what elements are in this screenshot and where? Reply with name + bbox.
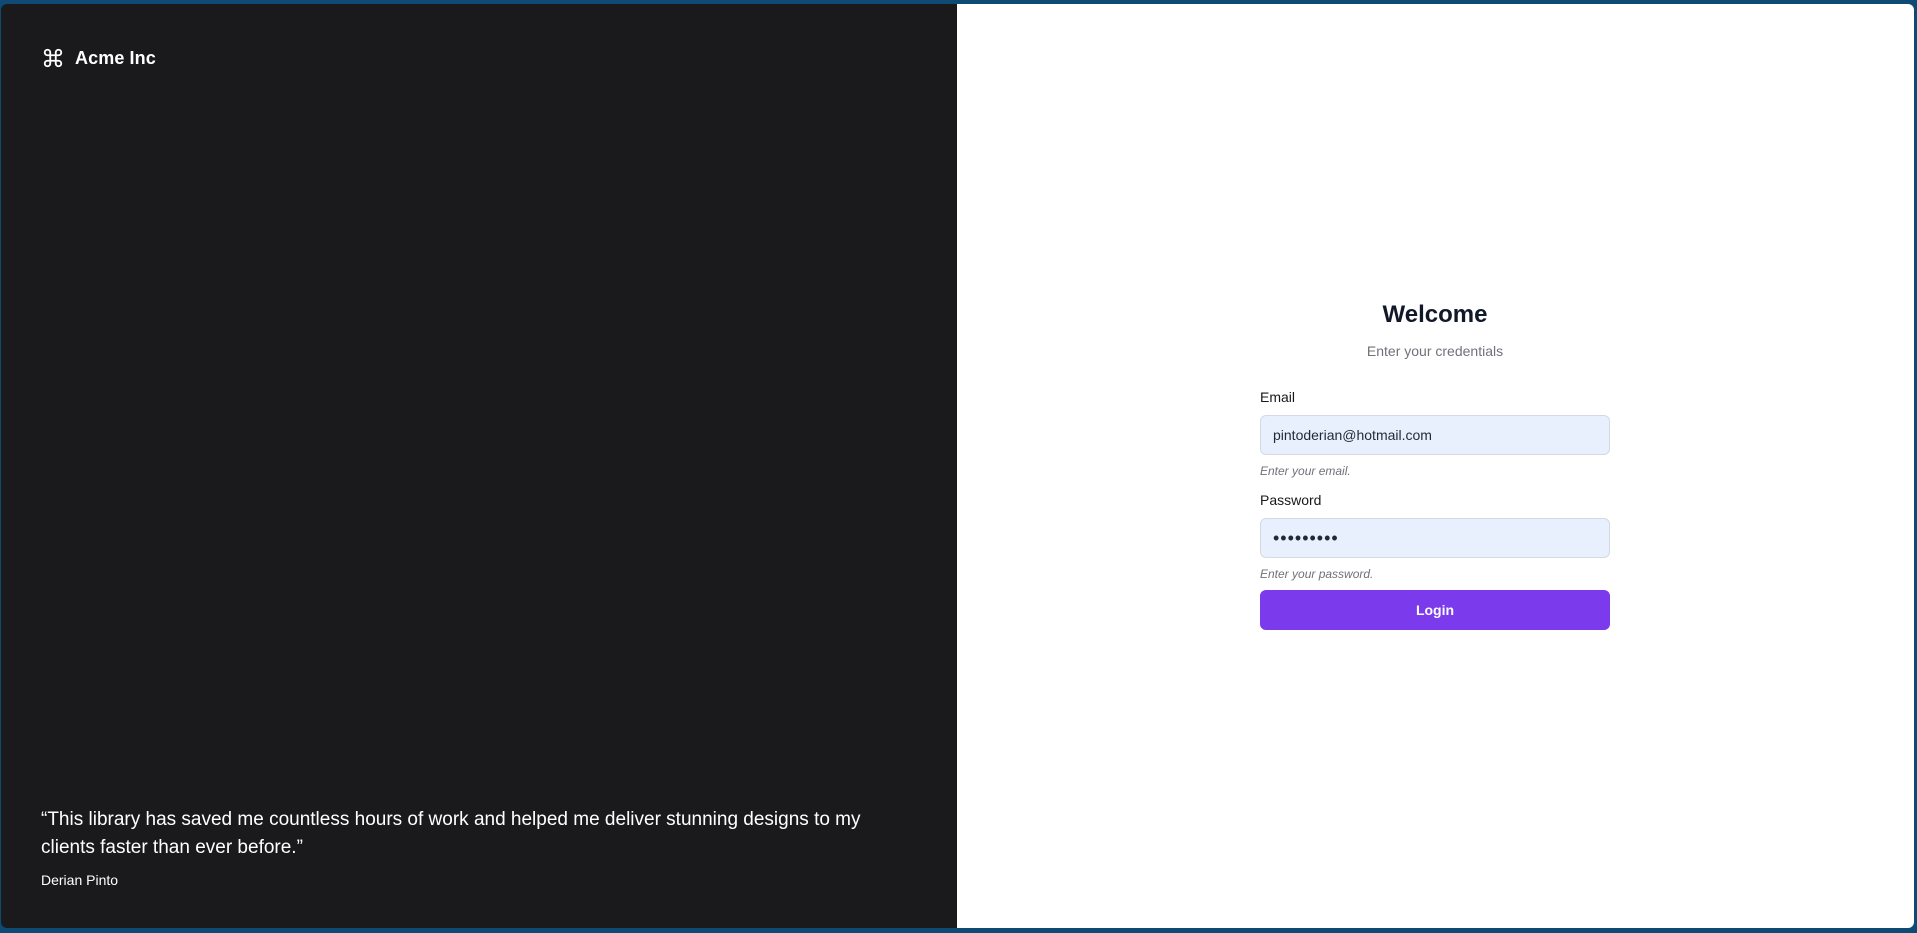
testimonial-quote: “This library has saved me countless hou… <box>41 809 861 858</box>
email-label: Email <box>1260 389 1296 405</box>
password-label: Password <box>1260 492 1322 508</box>
app-window: Acme Inc “This library has saved me coun… <box>1 4 1914 928</box>
testimonial: “This library has saved me countless hou… <box>41 806 901 888</box>
brand-name: Acme Inc <box>75 47 156 68</box>
page-title: Welcome <box>1382 301 1488 328</box>
email-hint: Enter your email. <box>1260 464 1351 478</box>
testimonial-author: Derian Pinto <box>41 872 119 888</box>
page-subtitle: Enter your credentials <box>1366 343 1504 359</box>
login-button[interactable]: Login <box>1260 590 1610 630</box>
email-value: pintoderian@hotmail.com <box>1273 427 1432 443</box>
command-icon <box>41 46 65 70</box>
login-form: Welcome Enter your credentials Email pin… <box>1260 301 1610 630</box>
password-value: ••••••••• <box>1273 527 1339 548</box>
brand: Acme Inc <box>41 46 156 70</box>
password-hint: Enter your password. <box>1260 567 1374 581</box>
brand-panel: Acme Inc “This library has saved me coun… <box>1 4 957 928</box>
password-field[interactable]: ••••••••• <box>1260 518 1610 558</box>
login-panel: Welcome Enter your credentials Email pin… <box>957 4 1914 928</box>
email-field[interactable]: pintoderian@hotmail.com <box>1260 415 1610 455</box>
